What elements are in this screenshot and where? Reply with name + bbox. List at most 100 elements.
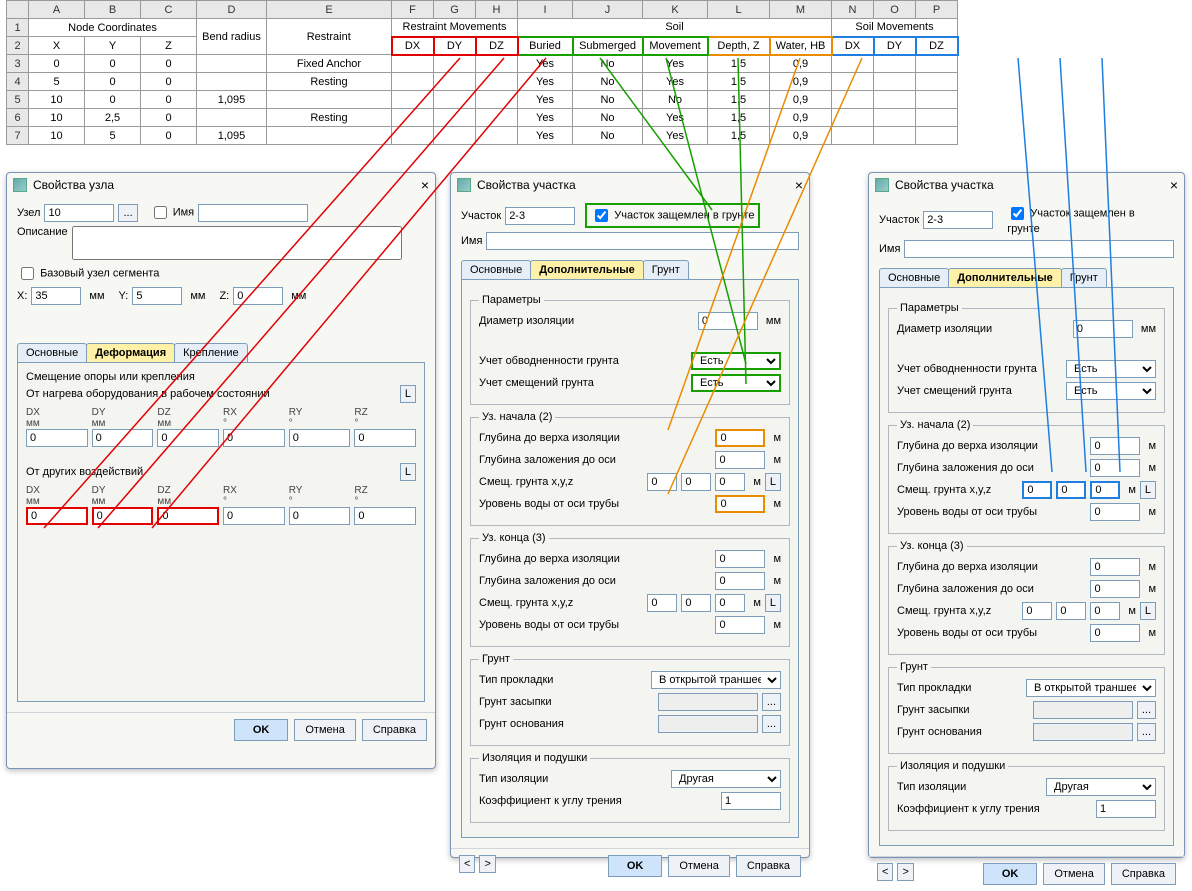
z-input[interactable] bbox=[233, 287, 283, 305]
other-RZ[interactable] bbox=[354, 507, 416, 525]
water-0[interactable] bbox=[715, 495, 765, 513]
L-button-0[interactable]: L bbox=[1140, 481, 1156, 499]
col-header[interactable]: E bbox=[267, 1, 392, 19]
heat-DZ[interactable] bbox=[157, 429, 219, 447]
base-soil[interactable] bbox=[658, 715, 758, 733]
depth-top-1[interactable] bbox=[1090, 558, 1140, 576]
cancel-button[interactable]: Отмена bbox=[668, 855, 729, 877]
help-button[interactable]: Справка bbox=[362, 719, 427, 741]
submerged-select[interactable]: Есть bbox=[691, 352, 781, 370]
close-icon[interactable]: × bbox=[795, 177, 803, 193]
section-input[interactable] bbox=[505, 207, 575, 225]
col-header[interactable]: B bbox=[85, 1, 141, 19]
shift-z-1[interactable] bbox=[715, 594, 745, 612]
col-header[interactable]: P bbox=[916, 1, 958, 19]
depth-top-0[interactable] bbox=[715, 429, 765, 447]
shift-z-0[interactable] bbox=[1090, 481, 1120, 499]
fill-browse[interactable]: ... bbox=[762, 693, 781, 711]
section-name-input[interactable] bbox=[904, 240, 1174, 258]
diam-input[interactable] bbox=[698, 312, 758, 330]
shift-x-0[interactable] bbox=[647, 473, 677, 491]
tab-soil[interactable]: Грунт bbox=[643, 260, 689, 279]
water-1[interactable] bbox=[715, 616, 765, 634]
movement-select[interactable]: Есть bbox=[1066, 382, 1156, 400]
movement-select[interactable]: Есть bbox=[691, 374, 781, 392]
water-0[interactable] bbox=[1090, 503, 1140, 521]
shift-z-1[interactable] bbox=[1090, 602, 1120, 620]
base-soil[interactable] bbox=[1033, 723, 1133, 741]
shift-x-1[interactable] bbox=[647, 594, 677, 612]
next-button[interactable]: > bbox=[897, 863, 913, 881]
col-header[interactable]: F bbox=[392, 1, 434, 19]
help-button[interactable]: Справка bbox=[1111, 863, 1176, 885]
tab-mounting[interactable]: Крепление bbox=[174, 343, 247, 362]
desc-input[interactable] bbox=[72, 226, 402, 260]
tab-main[interactable]: Основные bbox=[879, 268, 949, 287]
submerged-select[interactable]: Есть bbox=[1066, 360, 1156, 378]
tab-extra[interactable]: Дополнительные bbox=[530, 260, 644, 279]
ok-button[interactable]: OK bbox=[983, 863, 1038, 885]
depth-axis-1[interactable] bbox=[1090, 580, 1140, 598]
col-header[interactable]: G bbox=[434, 1, 476, 19]
L-button-1[interactable]: L bbox=[765, 594, 781, 612]
other-RX[interactable] bbox=[223, 507, 285, 525]
fill-soil[interactable] bbox=[658, 693, 758, 711]
L-button-2[interactable]: L bbox=[400, 463, 416, 481]
base-node-checkbox[interactable] bbox=[21, 267, 34, 280]
buried-checkbox[interactable] bbox=[595, 209, 608, 222]
col-header[interactable]: M bbox=[770, 1, 832, 19]
L-button-1[interactable]: L bbox=[400, 385, 416, 403]
col-header[interactable]: J bbox=[573, 1, 643, 19]
heat-RZ[interactable] bbox=[354, 429, 416, 447]
shift-z-0[interactable] bbox=[715, 473, 745, 491]
depth-top-1[interactable] bbox=[715, 550, 765, 568]
node-input[interactable] bbox=[44, 204, 114, 222]
friction-coef[interactable] bbox=[721, 792, 781, 810]
help-button[interactable]: Справка bbox=[736, 855, 801, 877]
other-DY[interactable] bbox=[92, 507, 154, 525]
depth-axis-0[interactable] bbox=[715, 451, 765, 469]
ok-button[interactable]: OK bbox=[234, 719, 289, 741]
lay-type-select[interactable]: В открытой траншее bbox=[651, 671, 781, 689]
shift-y-1[interactable] bbox=[1056, 602, 1086, 620]
heat-DY[interactable] bbox=[92, 429, 154, 447]
depth-top-0[interactable] bbox=[1090, 437, 1140, 455]
depth-axis-0[interactable] bbox=[1090, 459, 1140, 477]
other-DZ[interactable] bbox=[157, 507, 219, 525]
diam-input[interactable] bbox=[1073, 320, 1133, 338]
cancel-button[interactable]: Отмена bbox=[294, 719, 355, 741]
other-DX[interactable] bbox=[26, 507, 88, 525]
heat-RX[interactable] bbox=[223, 429, 285, 447]
tab-deformation[interactable]: Деформация bbox=[86, 343, 175, 362]
tab-main[interactable]: Основные bbox=[461, 260, 531, 279]
prev-button[interactable]: < bbox=[459, 855, 475, 873]
col-header[interactable]: D bbox=[197, 1, 267, 19]
shift-y-0[interactable] bbox=[681, 473, 711, 491]
fill-browse[interactable]: ... bbox=[1137, 701, 1156, 719]
depth-axis-1[interactable] bbox=[715, 572, 765, 590]
section-input[interactable] bbox=[923, 211, 993, 229]
iso-type-select[interactable]: Другая bbox=[1046, 778, 1156, 796]
section-name-input[interactable] bbox=[486, 232, 799, 250]
shift-y-0[interactable] bbox=[1056, 481, 1086, 499]
col-header[interactable]: L bbox=[708, 1, 770, 19]
lay-type-select[interactable]: В открытой траншее bbox=[1026, 679, 1156, 697]
name-checkbox[interactable] bbox=[154, 206, 167, 219]
L-button-0[interactable]: L bbox=[765, 473, 781, 491]
shift-x-0[interactable] bbox=[1022, 481, 1052, 499]
prev-button[interactable]: < bbox=[877, 863, 893, 881]
col-header[interactable]: A bbox=[29, 1, 85, 19]
col-header[interactable]: K bbox=[643, 1, 708, 19]
base-browse[interactable]: ... bbox=[1137, 723, 1156, 741]
heat-RY[interactable] bbox=[289, 429, 351, 447]
tab-extra[interactable]: Дополнительные bbox=[948, 268, 1062, 287]
y-input[interactable] bbox=[132, 287, 182, 305]
col-header[interactable]: H bbox=[476, 1, 518, 19]
cancel-button[interactable]: Отмена bbox=[1043, 863, 1104, 885]
col-header[interactable]: O bbox=[874, 1, 916, 19]
tab-main[interactable]: Основные bbox=[17, 343, 87, 362]
iso-type-select[interactable]: Другая bbox=[671, 770, 781, 788]
base-browse[interactable]: ... bbox=[762, 715, 781, 733]
close-icon[interactable]: × bbox=[421, 177, 429, 193]
shift-y-1[interactable] bbox=[681, 594, 711, 612]
